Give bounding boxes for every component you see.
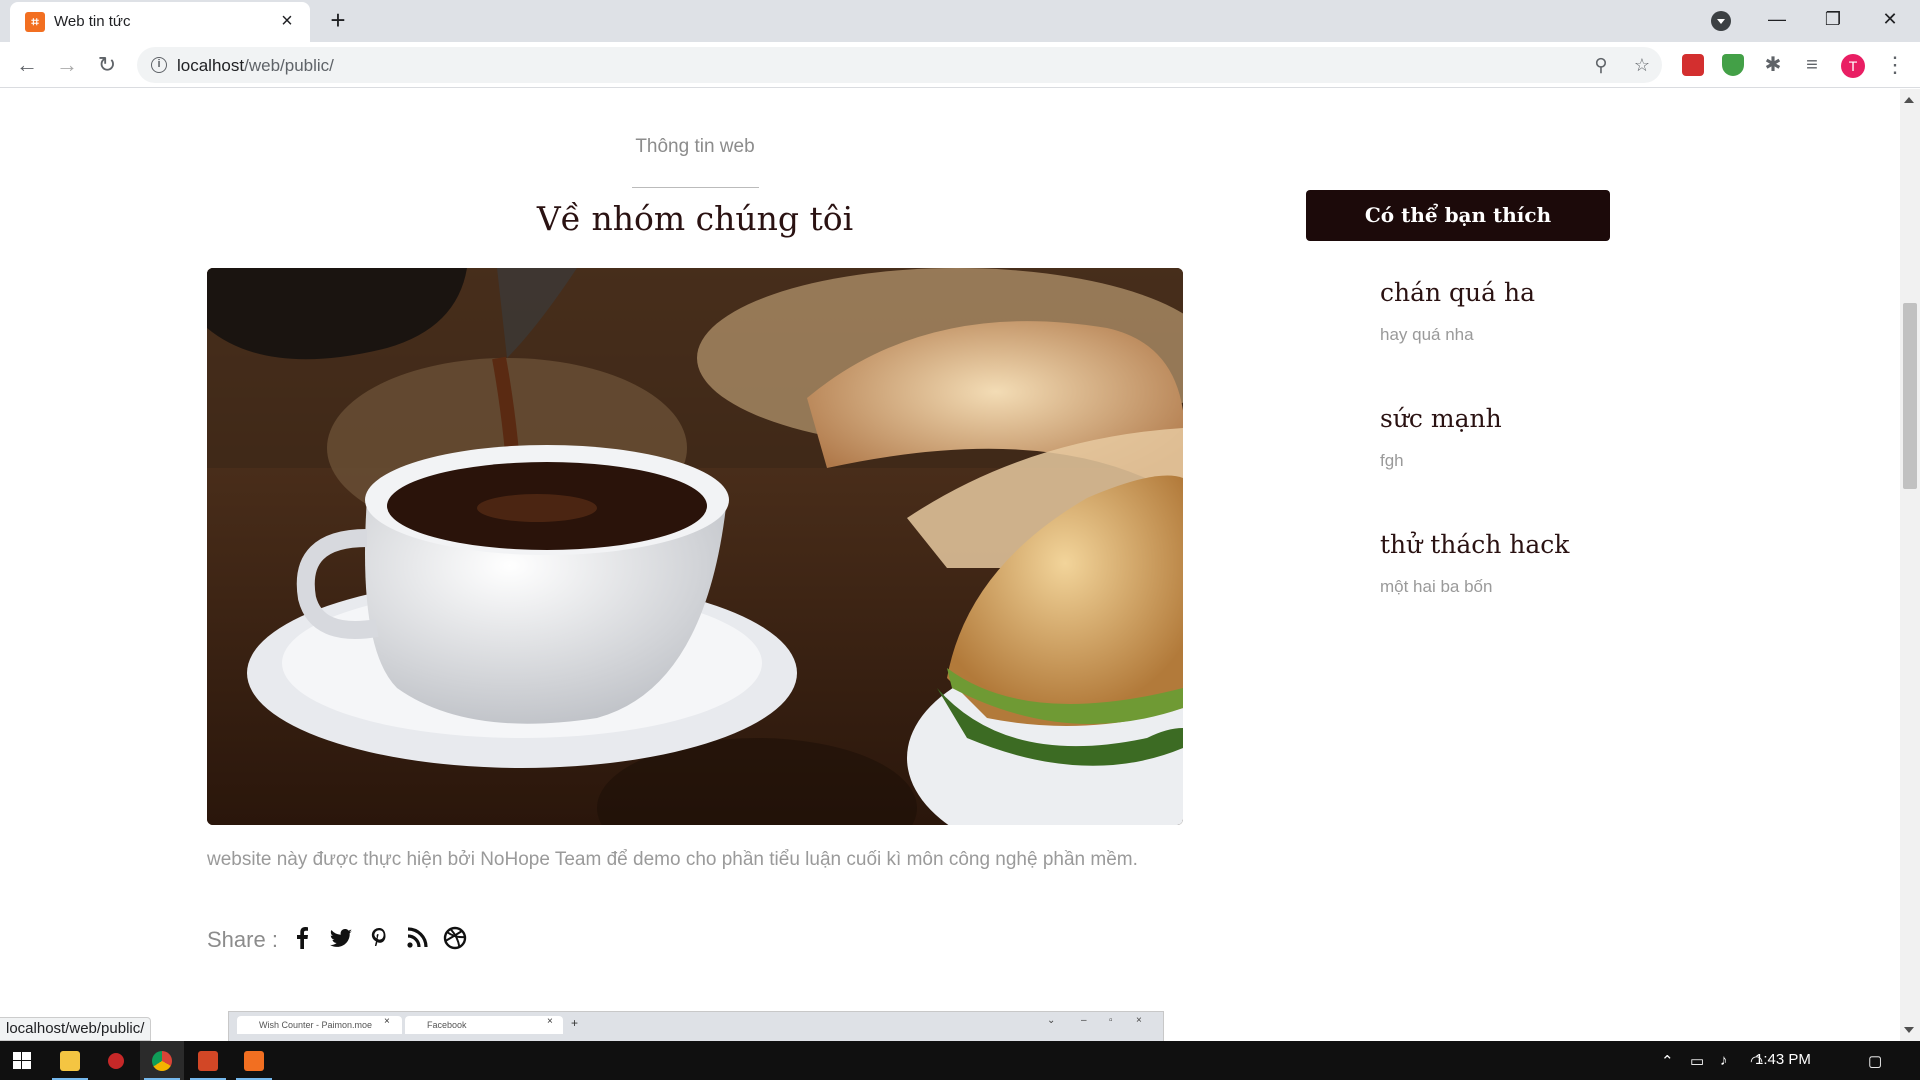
mini-tab-2: Facebook bbox=[405, 1016, 563, 1034]
scroll-thumb[interactable] bbox=[1903, 303, 1917, 489]
taskbar-file-explorer[interactable] bbox=[48, 1041, 92, 1080]
scroll-up-arrow-icon[interactable] bbox=[1904, 97, 1914, 103]
sidebar-item-title[interactable]: sức mạnh bbox=[1380, 404, 1502, 433]
taskbar-powerpoint[interactable] bbox=[186, 1041, 230, 1080]
zoom-icon[interactable]: ⚲ bbox=[1590, 54, 1612, 76]
sidebar-item-title[interactable]: thử thách hack bbox=[1380, 530, 1569, 559]
extensions-puzzle-icon[interactable]: ✱ bbox=[1762, 54, 1784, 76]
mini-restore-icon: ▫ bbox=[1109, 1015, 1113, 1026]
mini-tab-1: Wish Counter - Paimon.moe bbox=[237, 1016, 402, 1034]
screen: ⌗ Web tin tức × + — ❐ ✕ ← → ↻ i localhos… bbox=[0, 0, 1920, 1080]
link-status-bubble: localhost/web/public/ bbox=[0, 1017, 152, 1041]
browser-menu-icon[interactable]: ⋮ bbox=[1884, 51, 1906, 79]
mini-dropdown-icon: ⌄ bbox=[1047, 1015, 1056, 1026]
post-body-text: website này được thực hiện bởi NoHope Te… bbox=[207, 849, 1138, 870]
scroll-down-arrow-icon[interactable] bbox=[1904, 1027, 1914, 1033]
share-label: Share : bbox=[207, 927, 278, 952]
new-tab-button[interactable]: + bbox=[325, 7, 351, 34]
url-text: localhost/web/public/ bbox=[177, 56, 334, 75]
windows-taskbar: ⌃ ▭ ♪ ◠ 1:43 PM ▢ bbox=[0, 1041, 1920, 1080]
xampp-favicon-icon: ⌗ bbox=[25, 12, 45, 32]
bookmark-star-icon[interactable]: ☆ bbox=[1631, 54, 1653, 76]
tab-search-icon[interactable] bbox=[1711, 11, 1731, 31]
windows-logo-icon bbox=[13, 1052, 31, 1069]
post-category[interactable]: Thông tin web bbox=[600, 133, 790, 160]
browser-tab[interactable]: ⌗ Web tin tức × bbox=[10, 2, 310, 42]
volume-icon[interactable]: ♪ bbox=[1720, 1052, 1728, 1069]
taskbar-chrome[interactable] bbox=[140, 1041, 184, 1080]
taskbar-clock[interactable]: 1:43 PM bbox=[1755, 1051, 1811, 1068]
site-info-icon[interactable]: i bbox=[151, 57, 167, 73]
sidebar-heading: Có thể bạn thích bbox=[1306, 190, 1610, 241]
mini-new-tab-icon: + bbox=[571, 1016, 579, 1030]
close-tab-icon[interactable]: × bbox=[276, 10, 298, 32]
mini-close-icon: × bbox=[384, 1016, 390, 1027]
start-button[interactable] bbox=[0, 1041, 44, 1080]
close-window-button[interactable]: ✕ bbox=[1870, 4, 1910, 34]
folder-icon bbox=[60, 1051, 80, 1071]
powerpoint-icon bbox=[198, 1051, 218, 1071]
media-playlist-icon[interactable]: ≡ bbox=[1801, 54, 1823, 76]
mini-close-window-icon: × bbox=[1136, 1015, 1142, 1026]
profile-avatar[interactable]: T bbox=[1841, 54, 1865, 78]
mini-close-icon: × bbox=[547, 1016, 553, 1027]
pinterest-icon[interactable] bbox=[366, 925, 392, 951]
rss-icon[interactable] bbox=[404, 925, 430, 951]
post-title: Về nhóm chúng tôi bbox=[536, 199, 854, 238]
mini-minimize-icon: – bbox=[1081, 1015, 1087, 1026]
forward-icon[interactable]: → bbox=[52, 50, 82, 80]
sidebar-item-title[interactable]: chán quá ha bbox=[1380, 278, 1535, 307]
sidebar-item-subtitle: fgh bbox=[1380, 451, 1404, 470]
browser-toolbar: ← → ↻ i localhost/web/public/ ⚲ ☆ ✱ ≡ T … bbox=[0, 42, 1920, 88]
facebook-icon[interactable] bbox=[290, 925, 316, 951]
dribbble-icon[interactable] bbox=[442, 925, 468, 951]
reload-icon[interactable]: ↻ bbox=[92, 50, 122, 80]
sidebar-item-subtitle: hay quá nha bbox=[1380, 325, 1474, 344]
page-viewport: Thông tin web Về nhóm chúng tôi website … bbox=[0, 89, 1900, 1041]
minimize-button[interactable]: — bbox=[1757, 4, 1797, 34]
shield-extension-icon[interactable] bbox=[1722, 54, 1744, 76]
sidebar-item-subtitle: một hai ba bốn bbox=[1380, 577, 1493, 596]
restore-button[interactable]: ❐ bbox=[1813, 4, 1853, 34]
vertical-scrollbar[interactable] bbox=[1900, 89, 1920, 1041]
battery-icon[interactable]: ▭ bbox=[1690, 1052, 1704, 1070]
app-icon bbox=[108, 1053, 124, 1069]
tab-title: Web tin tức bbox=[54, 13, 131, 30]
address-bar[interactable]: i localhost/web/public/ ⚲ ☆ bbox=[137, 47, 1662, 83]
xampp-icon bbox=[244, 1051, 264, 1071]
chrome-icon bbox=[152, 1051, 172, 1071]
next-post-image: Wish Counter - Paimon.moe × Facebook × +… bbox=[228, 1011, 1164, 1041]
taskbar-xampp[interactable] bbox=[232, 1041, 276, 1080]
back-icon[interactable]: ← bbox=[12, 50, 42, 80]
post-hero-image bbox=[207, 268, 1183, 825]
taskbar-app[interactable] bbox=[94, 1041, 138, 1080]
tray-chevron-icon[interactable]: ⌃ bbox=[1661, 1052, 1674, 1070]
twitter-icon[interactable] bbox=[328, 925, 354, 951]
coffee-bread-illustration bbox=[207, 268, 1183, 825]
category-divider bbox=[632, 187, 759, 188]
extension-red-icon[interactable] bbox=[1682, 54, 1704, 76]
tab-strip: ⌗ Web tin tức × + — ❐ ✕ bbox=[0, 0, 1920, 42]
notifications-icon[interactable]: ▢ bbox=[1868, 1052, 1882, 1070]
